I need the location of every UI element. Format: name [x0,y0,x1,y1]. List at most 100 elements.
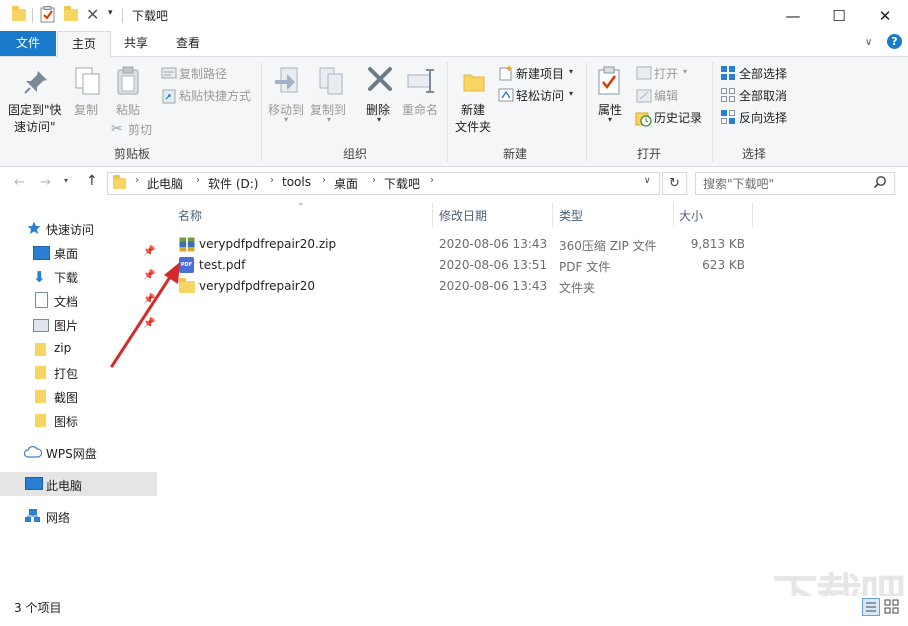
copy-button[interactable]: 复制 [74,101,98,118]
nav-item-screenshots[interactable]: 截图 [54,389,78,406]
paste-shortcut-button[interactable]: 粘贴快捷方式 [179,87,251,104]
nav-wps-drive[interactable]: WPS网盘 [46,445,97,462]
folder-icon [35,366,46,379]
computer-icon [25,477,43,490]
easy-access-dropdown-icon[interactable]: ▾ [569,89,573,98]
pin-quick-access-label-1[interactable]: 固定到"快 [8,101,62,118]
documents-icon [35,292,48,308]
address-dropdown-icon[interactable]: ∨ [644,176,651,186]
tab-share[interactable]: 共享 [112,31,160,56]
nav-item-downloads[interactable]: 下载 [54,269,78,286]
pin-quick-access-label-2[interactable]: 速访问" [14,118,56,135]
file-date: 2020-08-06 13:43 [439,237,548,251]
copy-path-button[interactable]: 复制路径 [179,65,227,82]
recent-locations-button[interactable]: ▾ [64,176,68,185]
breadcrumb-drive-d[interactable]: 软件 (D:) [208,175,258,192]
large-icons-view-icon[interactable] [884,599,899,617]
refresh-button[interactable]: ↻ [662,172,687,195]
breadcrumb-tools[interactable]: tools [282,175,311,189]
new-folder-label-2[interactable]: 文件夹 [455,118,491,135]
breadcrumb-separator: › [372,175,376,186]
file-type: 360压缩 ZIP 文件 [559,239,657,253]
column-header-size[interactable]: 大小 [679,207,703,224]
file-name[interactable]: test.pdf [199,258,245,272]
column-header-name[interactable]: 名称 [178,207,202,224]
file-size: 623 KB [702,258,745,272]
delete-dropdown-icon[interactable]: ▾ [377,115,381,124]
column-separator[interactable] [552,202,553,227]
select-all-button[interactable]: 全部选择 [739,65,787,82]
folder-icon [35,390,46,403]
new-item-dropdown-icon[interactable]: ▾ [569,67,573,76]
sort-indicator-icon: ⌄ [297,198,305,208]
nav-item-pack[interactable]: 打包 [54,365,78,382]
file-type: 文件夹 [559,281,596,295]
column-separator[interactable] [673,202,674,227]
delete-icon [366,65,394,96]
group-label-select: 选择 [741,147,766,161]
move-to-icon [273,66,303,101]
select-none-button[interactable]: 全部取消 [739,87,787,104]
tab-file[interactable]: 文件 [0,31,56,56]
quick-access-star-icon [27,221,41,238]
up-button[interactable]: ↑ [86,173,98,189]
move-to-dropdown-icon[interactable]: ▾ [284,115,288,124]
nav-quick-access[interactable]: 快速访问 [46,221,94,238]
column-header-date[interactable]: 修改日期 [439,207,487,224]
tab-view[interactable]: 查看 [164,31,212,56]
customize-quick-toolbar-icon[interactable]: ▾ [108,8,113,18]
file-date: 2020-08-06 13:43 [439,279,548,293]
select-all-icon [720,65,736,84]
column-header-type[interactable]: 类型 [559,207,583,224]
breadcrumb-desktop[interactable]: 桌面 [334,175,358,192]
breadcrumb-separator: › [322,175,326,186]
details-view-icon[interactable] [862,598,880,616]
copy-to-dropdown-icon[interactable]: ▾ [327,115,331,124]
close-button[interactable]: ✕ [862,0,908,31]
minimize-button[interactable]: — [770,0,816,31]
group-label-new: 新建 [502,147,527,161]
nav-item-documents[interactable]: 文档 [54,293,78,310]
forward-button[interactable]: → [40,175,51,190]
new-folder-label-1[interactable]: 新建 [461,101,485,118]
nav-item-zip[interactable]: zip [54,341,71,355]
paste-button[interactable]: 粘贴 [116,101,140,118]
nav-this-pc[interactable]: 此电脑 [46,477,82,494]
copy-to-icon [316,66,346,101]
nav-item-pictures[interactable]: 图片 [54,317,78,334]
group-separator [447,62,448,162]
folder-icon [12,6,26,21]
easy-access-button[interactable]: 轻松访问 [516,87,564,104]
open-dropdown-icon[interactable]: ▾ [683,67,687,76]
delete-quick-icon[interactable]: ✕ [86,5,99,24]
file-name[interactable]: verypdfpdfrepair20 [199,279,315,293]
column-separator[interactable] [432,202,433,227]
paste-shortcut-icon [161,88,177,107]
search-icon[interactable] [873,175,887,192]
maximize-button[interactable]: ☐ [816,0,862,31]
nav-item-desktop[interactable]: 桌面 [54,245,78,262]
file-name[interactable]: verypdfpdfrepair20.zip [199,237,336,251]
column-separator[interactable] [752,202,753,227]
nav-item-icons[interactable]: 图标 [54,413,78,430]
cut-button[interactable]: 剪切 [128,121,152,138]
new-item-button[interactable]: 新建项目 [516,65,564,82]
breadcrumb-current[interactable]: 下载吧 [384,175,420,192]
open-button[interactable]: 打开 [654,65,678,82]
properties-quick-icon[interactable] [40,6,56,23]
help-icon[interactable]: ? [887,34,902,49]
invert-selection-button[interactable]: 反向选择 [739,109,787,126]
collapse-ribbon-icon[interactable]: ∨ [865,37,872,48]
new-folder-quick-icon[interactable] [64,6,78,21]
edit-button[interactable]: 编辑 [654,87,678,104]
group-separator [586,62,587,162]
tab-home[interactable]: 主页 [57,31,111,57]
breadcrumb-this-pc[interactable]: 此电脑 [147,175,183,192]
back-button[interactable]: ← [14,175,25,190]
nav-network[interactable]: 网络 [46,509,70,526]
pin-icon[interactable]: 📌 [143,246,155,257]
rename-button[interactable]: 重命名 [402,101,438,118]
history-button[interactable]: 历史记录 [654,109,702,126]
annotation-arrow [108,258,188,373]
properties-dropdown-icon[interactable]: ▾ [608,115,612,124]
